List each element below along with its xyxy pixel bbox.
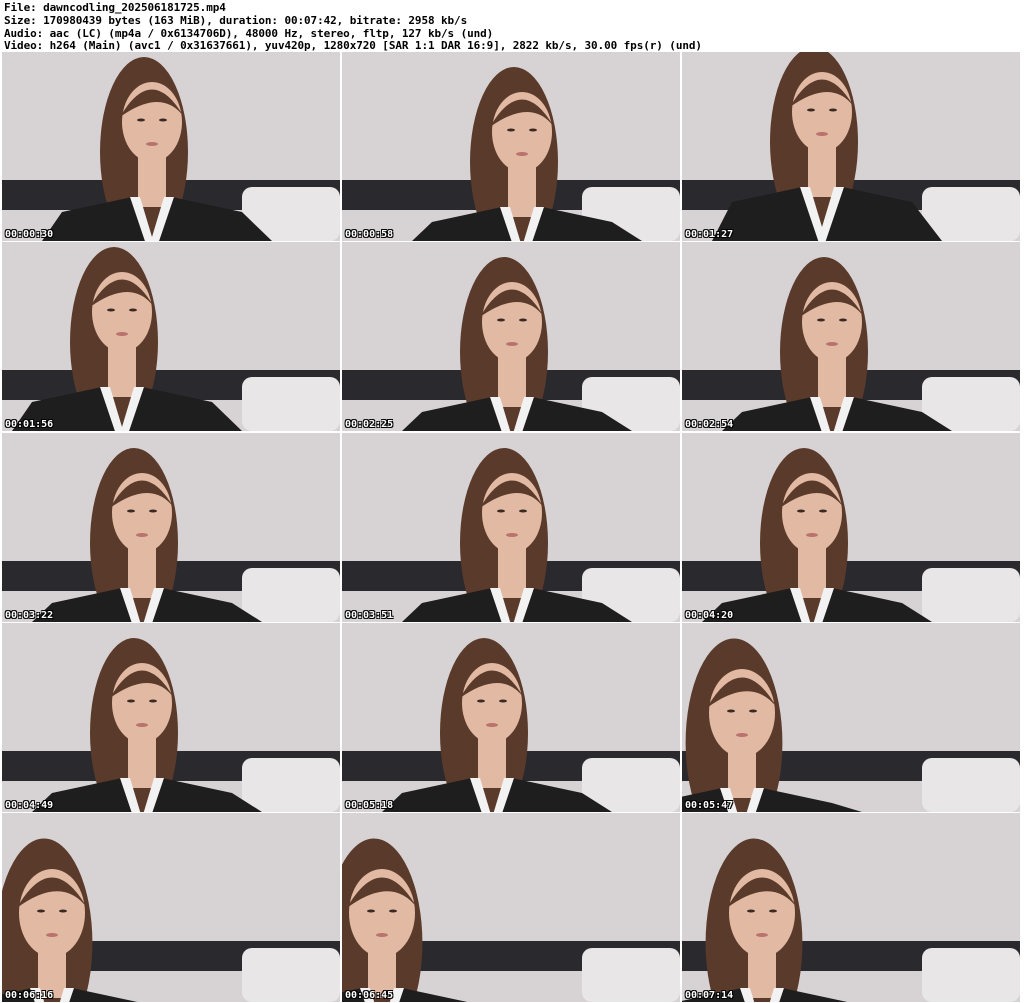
video-thumbnail: 00:02:25 <box>342 242 680 431</box>
video-thumbnail: 00:02:54 <box>682 242 1020 431</box>
thumbnail-frame <box>2 52 340 241</box>
thumbnail-frame <box>2 242 340 431</box>
thumbnail-timestamp: 00:00:30 <box>5 229 54 240</box>
thumbnail-timestamp: 00:01:27 <box>685 229 734 240</box>
thumbnail-frame <box>342 52 680 241</box>
video-thumbnail: 00:07:14 <box>682 813 1020 1002</box>
video-thumbnail: 00:04:20 <box>682 433 1020 622</box>
video-thumbnail: 00:05:47 <box>682 623 1020 812</box>
thumbnail-timestamp: 00:04:20 <box>685 610 734 621</box>
thumbnail-timestamp: 00:05:18 <box>345 800 394 811</box>
video-thumbnail: 00:00:30 <box>2 52 340 241</box>
thumbnail-timestamp: 00:00:58 <box>345 229 394 240</box>
thumbnail-frame <box>2 623 340 812</box>
video-thumbnail: 00:06:16 <box>2 813 340 1002</box>
thumbnail-frame <box>682 813 1020 1002</box>
video-thumbnail: 00:04:49 <box>2 623 340 812</box>
thumbnail-grid: 00:00:30 00:00:58 00:01:27 00:01:56 00:02:25… <box>2 52 1022 1003</box>
thumbnail-timestamp: 00:01:56 <box>5 419 54 430</box>
thumbnail-frame <box>682 242 1020 431</box>
video-thumbnail: 00:06:45 <box>342 813 680 1002</box>
video-line: Video: h264 (Main) (avc1 / 0x31637661), … <box>4 39 702 52</box>
thumbnail-frame <box>682 623 1020 812</box>
thumbnail-timestamp: 00:07:14 <box>685 990 734 1001</box>
video-thumbnail: 00:03:22 <box>2 433 340 622</box>
thumbnail-frame <box>342 242 680 431</box>
video-thumbnail: 00:01:27 <box>682 52 1020 241</box>
file-name-line: File: dawncodling_202506181725.mp4 <box>4 1 226 14</box>
thumbnail-frame <box>2 433 340 622</box>
video-thumbnail: 00:05:18 <box>342 623 680 812</box>
thumbnail-timestamp: 00:05:47 <box>685 800 734 811</box>
thumbnail-frame <box>342 433 680 622</box>
thumbnail-timestamp: 00:04:49 <box>5 800 54 811</box>
thumbnail-timestamp: 00:06:16 <box>5 990 54 1001</box>
thumbnail-frame <box>342 813 680 1002</box>
video-thumbnail: 00:03:51 <box>342 433 680 622</box>
thumbnail-frame <box>682 52 1020 241</box>
file-info-header: File: dawncodling_202506181725.mp4 Size:… <box>2 0 1022 52</box>
video-thumbnail: 00:01:56 <box>2 242 340 431</box>
size-line: Size: 170980439 bytes (163 MiB), duratio… <box>4 14 468 27</box>
thumbnail-frame <box>342 623 680 812</box>
video-thumbnail: 00:00:58 <box>342 52 680 241</box>
thumbnail-timestamp: 00:02:54 <box>685 419 734 430</box>
thumbnail-timestamp: 00:03:51 <box>345 610 394 621</box>
thumbnail-timestamp: 00:06:45 <box>345 990 394 1001</box>
thumbnail-timestamp: 00:03:22 <box>5 610 54 621</box>
thumbnail-frame <box>2 813 340 1002</box>
thumbnail-frame <box>682 433 1020 622</box>
thumbnail-timestamp: 00:02:25 <box>345 419 394 430</box>
